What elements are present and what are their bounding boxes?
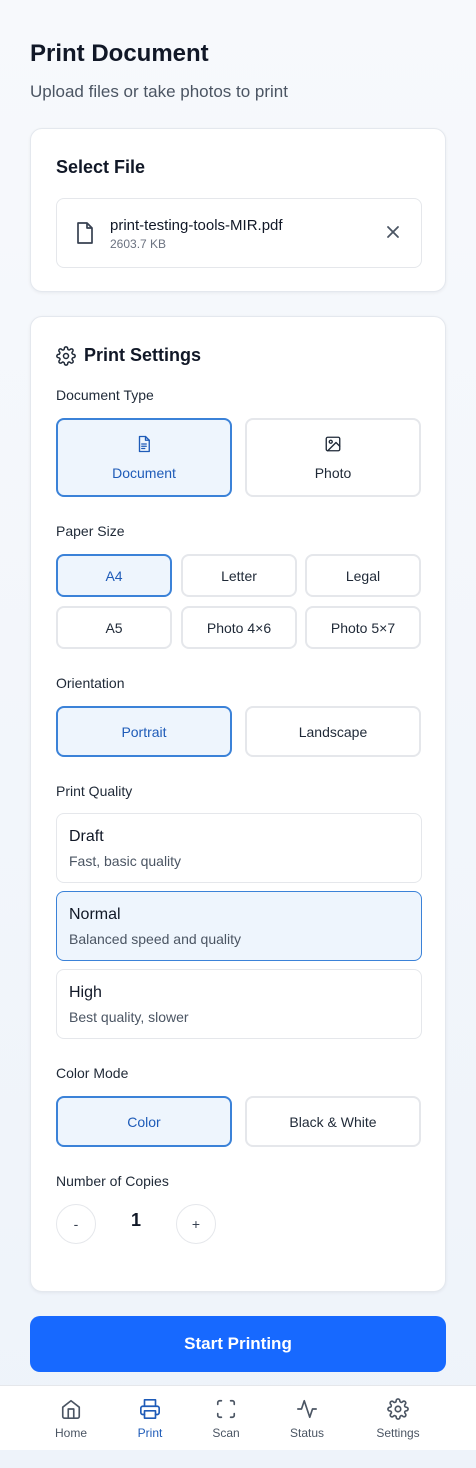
- printer-icon: [140, 1399, 160, 1419]
- copies-value: 1: [130, 1210, 141, 1230]
- copies-increment-button[interactable]: +: [176, 1204, 216, 1244]
- home-icon: [61, 1399, 81, 1419]
- document-type-photo[interactable]: Photo: [245, 418, 421, 497]
- quality-high-description: Best quality, slower: [69, 1009, 189, 1025]
- print-document-screen: Print Document Upload files or take phot…: [0, 0, 476, 1468]
- nav-settings-label: Settings: [376, 1426, 420, 1440]
- page-title: Print Document: [30, 40, 209, 67]
- document-type-photo-label: Photo: [314, 464, 352, 481]
- document-type-label: Document Type: [56, 387, 154, 403]
- paper-size-label: Paper Size: [56, 523, 125, 539]
- quality-high[interactable]: High Best quality, slower: [56, 969, 422, 1039]
- paper-size-photo-4x6[interactable]: Photo 4×6: [181, 606, 297, 649]
- paper-size-a4[interactable]: A4: [56, 554, 172, 597]
- nav-home[interactable]: Home: [36, 1386, 106, 1451]
- file-icon: [77, 222, 93, 244]
- quality-draft-name: Draft: [69, 828, 104, 845]
- bottom-navigation: Home Print Scan Status Settings: [0, 1385, 476, 1450]
- quality-normal-description: Balanced speed and quality: [69, 931, 242, 947]
- file-size: 2603.7 KB: [110, 237, 167, 251]
- paper-size-legal[interactable]: Legal: [305, 554, 421, 597]
- print-settings-card: Print Settings Document Type Document Ph…: [30, 316, 446, 1292]
- quality-normal-name: Normal: [69, 906, 121, 923]
- quality-high-name: High: [69, 984, 102, 1001]
- nav-home-label: Home: [54, 1426, 87, 1440]
- copies-label: Number of Copies: [56, 1173, 169, 1189]
- page-subtitle: Upload files or take photos to print: [30, 82, 288, 101]
- copies-decrement-button[interactable]: -: [56, 1204, 96, 1244]
- file-name: print-testing-tools-MIR.pdf: [110, 217, 283, 234]
- print-quality-label: Print Quality: [56, 783, 133, 799]
- nav-status-label: Status: [289, 1426, 325, 1440]
- quality-normal[interactable]: Normal Balanced speed and quality: [56, 891, 422, 961]
- nav-status[interactable]: Status: [272, 1386, 342, 1451]
- document-type-document[interactable]: Document: [56, 418, 232, 497]
- paper-size-photo-5x7[interactable]: Photo 5×7: [305, 606, 421, 649]
- color-mode-color[interactable]: Color: [56, 1096, 232, 1147]
- nav-print[interactable]: Print: [115, 1386, 185, 1451]
- close-icon: [387, 226, 399, 238]
- quality-draft[interactable]: Draft Fast, basic quality: [56, 813, 422, 883]
- print-settings-heading: Print Settings: [84, 345, 202, 365]
- activity-icon: [297, 1399, 317, 1419]
- color-mode-black-white[interactable]: Black & White: [245, 1096, 421, 1147]
- color-mode-label: Color Mode: [56, 1065, 129, 1081]
- quality-draft-description: Fast, basic quality: [69, 853, 182, 869]
- select-file-heading: Select File: [56, 157, 146, 177]
- orientation-label: Orientation: [56, 675, 125, 691]
- orientation-landscape[interactable]: Landscape: [245, 706, 421, 757]
- nav-print-label: Print: [137, 1426, 163, 1440]
- document-icon: [138, 435, 150, 452]
- nav-settings[interactable]: Settings: [363, 1386, 433, 1451]
- paper-size-a5[interactable]: A5: [56, 606, 172, 649]
- gear-icon: [56, 346, 76, 366]
- nav-scan[interactable]: Scan: [191, 1386, 261, 1451]
- remove-file-button[interactable]: [381, 220, 405, 244]
- nav-scan-label: Scan: [212, 1426, 240, 1440]
- image-icon: [325, 436, 341, 451]
- document-type-document-label: Document: [112, 464, 176, 481]
- select-file-card: Select File print-testing-tools-MIR.pdf …: [30, 128, 446, 292]
- gear-icon: [387, 1398, 409, 1420]
- start-printing-button[interactable]: Start Printing: [30, 1316, 446, 1372]
- paper-size-letter[interactable]: Letter: [181, 554, 297, 597]
- orientation-portrait[interactable]: Portrait: [56, 706, 232, 757]
- selected-file[interactable]: print-testing-tools-MIR.pdf 2603.7 KB: [56, 198, 422, 268]
- scan-icon: [216, 1399, 236, 1419]
